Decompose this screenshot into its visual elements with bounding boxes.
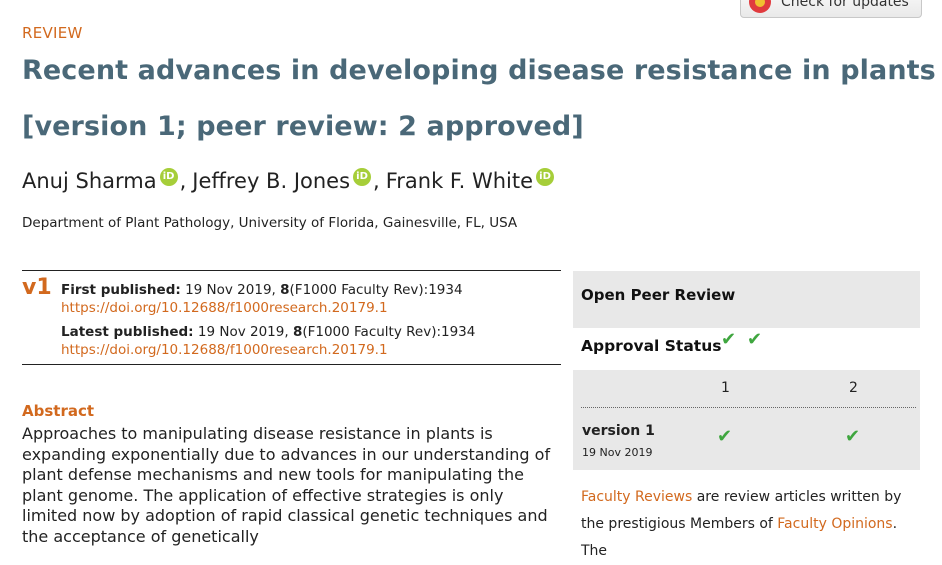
orcid-icon[interactable]: iD: [159, 168, 178, 186]
orcid-icon[interactable]: iD: [536, 168, 555, 186]
approval-status-label: Approval Status: [581, 337, 722, 355]
approved-check-icon[interactable]: ✔: [845, 426, 860, 447]
faculty-opinions-link[interactable]: Faculty Opinions: [777, 516, 892, 532]
latest-published-citation: (F1000 Faculty Rev):1934: [302, 324, 476, 340]
article-title-line-2: [version 1; peer review: 2 approved]: [22, 111, 584, 142]
latest-published-date: 19 Nov 2019,: [197, 324, 289, 340]
first-published-label: First published:: [61, 282, 181, 298]
check-for-updates-label: Check for updates: [781, 0, 909, 10]
author-name[interactable]: Anuj Sharma: [22, 169, 157, 193]
author-separator: ,: [179, 169, 187, 193]
author-name[interactable]: Jeffrey B. Jones: [192, 169, 350, 193]
latest-published-block: Latest published: 19 Nov 2019, 8(F1000 F…: [61, 323, 475, 359]
crossmark-icon: [749, 0, 771, 13]
approval-status-row: Approval Status ✔ ✔: [573, 328, 920, 370]
author-separator: ,: [373, 169, 380, 193]
peer-review-heading: Open Peer Review: [581, 286, 736, 304]
check-for-updates-button[interactable]: Check for updates: [740, 0, 922, 18]
faculty-reviews-description: Faculty Reviews are review articles writ…: [581, 484, 921, 565]
divider: [22, 364, 561, 365]
affiliation: Department of Plant Pathology, Universit…: [22, 215, 518, 231]
version-label: version 1: [582, 423, 655, 439]
latest-published-label: Latest published:: [61, 324, 194, 340]
first-published-citation: (F1000 Faculty Rev):1934: [289, 282, 463, 298]
version-tag: v1: [22, 275, 52, 300]
version-date: 19 Nov 2019: [582, 446, 653, 459]
dotted-divider: [581, 407, 916, 408]
author-name[interactable]: Frank F. White: [386, 169, 533, 193]
reviewer-column-2[interactable]: 2: [849, 380, 858, 396]
orcid-icon[interactable]: iD: [353, 168, 372, 186]
reviewer-column-1[interactable]: 1: [721, 380, 730, 396]
faculty-reviews-link[interactable]: Faculty Reviews: [581, 489, 692, 505]
first-published-doi-link[interactable]: https://doi.org/10.12688/f1000research.2…: [61, 299, 463, 317]
article-title-line-1: Recent advances in developing disease re…: [22, 55, 936, 86]
approved-check-icon: ✔: [747, 329, 763, 350]
divider: [22, 270, 561, 271]
latest-published-volume: 8: [292, 324, 303, 340]
latest-published-doi-link[interactable]: https://doi.org/10.12688/f1000research.2…: [61, 341, 475, 359]
first-published-volume: 8: [280, 282, 290, 298]
approved-check-icon[interactable]: ✔: [717, 426, 732, 447]
article-type-label: REVIEW: [22, 24, 83, 42]
review-status-grid: 1 2 version 1 19 Nov 2019 ✔ ✔: [573, 370, 920, 470]
abstract-heading: Abstract: [22, 402, 95, 420]
approved-check-icon: ✔: [721, 329, 737, 350]
first-published-date: 19 Nov 2019,: [185, 282, 276, 298]
peer-review-header: Open Peer Review: [573, 271, 920, 328]
first-published-block: First published: 19 Nov 2019, 8(F1000 Fa…: [61, 281, 463, 317]
author-list: Anuj Sharma iD , Jeffrey B. Jones iD , F…: [22, 168, 556, 194]
